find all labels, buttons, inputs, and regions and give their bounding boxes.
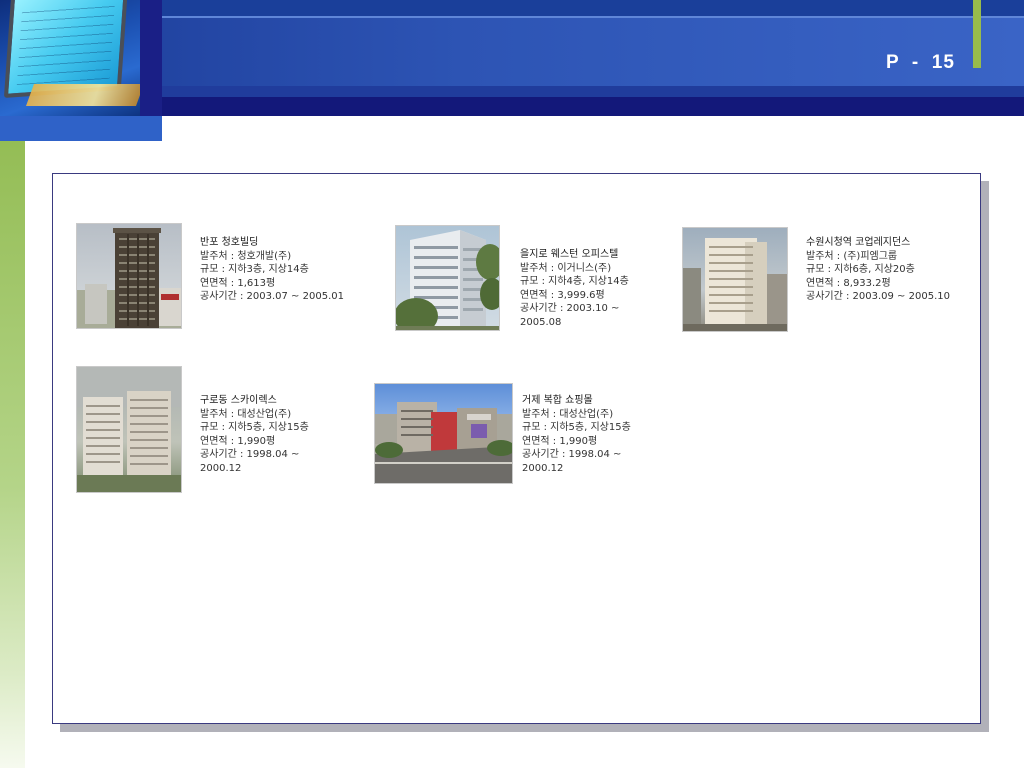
project-scale: 규모 : 지하3층, 지상14층 bbox=[200, 264, 309, 276]
project-info-suwon: 수원시청역 코업레지던스 발주처 : (주)피엠그룹 규모 : 지하6층, 지상… bbox=[806, 236, 976, 304]
project-client: 발주처 : 대성산업(주) bbox=[200, 408, 292, 420]
project-scale: 규모 : 지하5층, 지상15층 bbox=[522, 422, 631, 434]
project-period: 공사기간 : 2003.07 ~ 2005.01 bbox=[200, 291, 344, 303]
project-name: 반포 청호빌딩 bbox=[200, 237, 259, 248]
project-info-euljiro: 을지로 웨스턴 오피스텔 발주처 : 이거니스(주) 규모 : 지하4층, 지상… bbox=[520, 248, 645, 330]
project-photo-geoje bbox=[374, 383, 513, 484]
project-area: 연면적 : 1,990평 bbox=[522, 435, 598, 447]
header-green-accent bbox=[973, 0, 981, 68]
header-monitor-image bbox=[0, 0, 140, 116]
monitor-light-graphic bbox=[25, 84, 140, 106]
page-number: P - 15 bbox=[886, 52, 955, 73]
project-client: 발주처 : (주)피엠그룹 bbox=[806, 250, 898, 262]
project-info-banpo: 반포 청호빌딩 발주처 : 청호개발(주) 규모 : 지하3층, 지상14층 연… bbox=[200, 236, 375, 304]
header-divider bbox=[140, 0, 162, 116]
project-name: 구로동 스카이렉스 bbox=[200, 395, 277, 406]
project-client: 발주처 : 이거니스(주) bbox=[520, 262, 612, 274]
project-period: 공사기간 : 2003.09 ~ 2005.10 bbox=[806, 291, 950, 303]
project-client: 발주처 : 대성산업(주) bbox=[522, 408, 614, 420]
project-name: 수원시청역 코업레지던스 bbox=[806, 237, 911, 248]
left-green-sidebar bbox=[0, 141, 25, 768]
project-scale: 규모 : 지하6층, 지상20층 bbox=[806, 264, 915, 276]
project-name: 거제 복합 쇼핑몰 bbox=[522, 395, 593, 406]
project-photo-suwon bbox=[682, 227, 788, 332]
project-name: 을지로 웨스턴 오피스텔 bbox=[520, 249, 619, 260]
project-area: 연면적 : 3,999.6평 bbox=[520, 289, 605, 301]
header-accent-strip bbox=[0, 116, 162, 141]
header-highlight-line bbox=[160, 16, 1024, 18]
project-scale: 규모 : 지하4층, 지상14층 bbox=[520, 276, 629, 288]
project-info-guro: 구로동 스카이렉스 발주처 : 대성산업(주) 규모 : 지하5층, 지상15층… bbox=[200, 394, 325, 476]
project-period: 공사기간 : 1998.04 ~ 2000.12 bbox=[200, 449, 300, 474]
project-scale: 규모 : 지하5층, 지상15층 bbox=[200, 422, 309, 434]
project-period: 공사기간 : 1998.04 ~ 2000.12 bbox=[522, 449, 622, 474]
project-photo-guro bbox=[76, 366, 182, 493]
project-period: 공사기간 : 2003.10 ~ 2005.08 bbox=[520, 303, 620, 328]
project-photo-euljiro bbox=[395, 225, 500, 331]
project-client: 발주처 : 청호개발(주) bbox=[200, 250, 292, 262]
project-area: 연면적 : 1,613평 bbox=[200, 277, 276, 289]
project-photo-banpo bbox=[76, 223, 182, 329]
project-area: 연면적 : 1,990평 bbox=[200, 435, 276, 447]
project-info-geoje: 거제 복합 쇼핑몰 발주처 : 대성산업(주) 규모 : 지하5층, 지상15층… bbox=[522, 394, 647, 476]
project-area: 연면적 : 8,933.2평 bbox=[806, 277, 891, 289]
